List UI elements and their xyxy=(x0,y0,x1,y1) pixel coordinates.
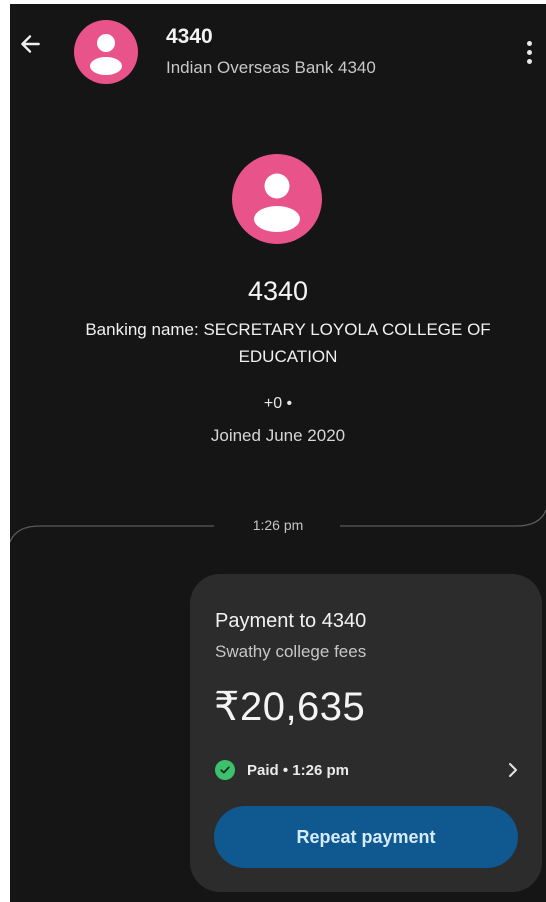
more-vertical-icon-dot xyxy=(526,58,532,64)
more-vertical-icon-dot xyxy=(526,49,532,55)
more-options-button[interactable] xyxy=(516,34,542,70)
payment-amount: ₹20,635 xyxy=(214,685,366,729)
header-avatar[interactable] xyxy=(74,20,138,84)
chevron-right-icon xyxy=(509,763,517,777)
payment-status: Paid • 1:26 pm xyxy=(247,761,349,779)
payment-title: Payment to 4340 xyxy=(215,610,367,632)
time-divider-label: 1:26 pm xyxy=(252,517,304,533)
header-subtitle: Indian Overseas Bank 4340 xyxy=(166,58,376,77)
profile-avatar xyxy=(232,154,322,244)
payment-chat-screen: 4340 Indian Overseas Bank 4340 4340 Bank… xyxy=(10,4,546,902)
payment-status-row[interactable]: Paid • 1:26 pm xyxy=(215,757,520,783)
check-circle-icon xyxy=(215,760,235,780)
phone-number: +0 • xyxy=(263,395,293,412)
payment-card[interactable]: Payment to 4340 Swathy college fees ₹20,… xyxy=(190,574,542,892)
payment-note: Swathy college fees xyxy=(215,642,367,661)
banking-name: Banking name: SECRETARY LOYOLA COLLEGE O… xyxy=(85,320,491,366)
person-icon xyxy=(90,34,122,75)
more-vertical-icon xyxy=(526,40,532,46)
repeat-payment-button[interactable]: Repeat payment xyxy=(214,806,518,868)
person-icon xyxy=(254,173,300,232)
header-title: 4340 xyxy=(166,25,213,48)
arrow-left-icon xyxy=(21,35,40,53)
profile-name: 4340 xyxy=(247,276,309,306)
back-button[interactable] xyxy=(10,24,50,64)
joined-date: Joined June 2020 xyxy=(210,426,346,445)
